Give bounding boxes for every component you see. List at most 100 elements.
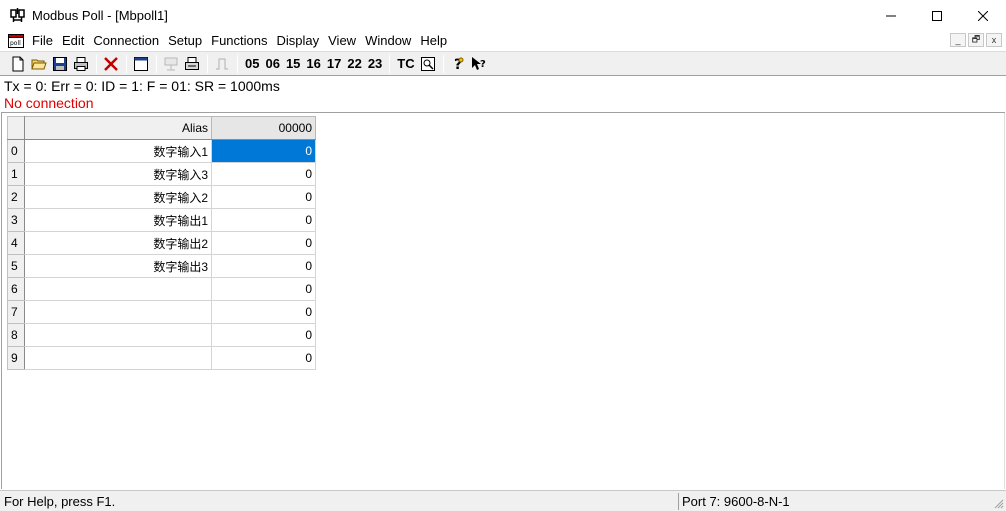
menu-edit[interactable]: Edit (60, 31, 91, 51)
table-row[interactable]: 4 数字输出2 0 (7, 231, 316, 255)
tc-button[interactable]: TC (394, 54, 417, 74)
title-bar[interactable]: Modbus Poll - [Mbpoll1] (0, 0, 1006, 31)
function-23-button[interactable]: 23 (365, 54, 385, 74)
read-write-icon (164, 57, 178, 70)
print-setup-button[interactable] (182, 54, 202, 74)
table-row[interactable]: 9 0 (7, 346, 316, 370)
menu-bar: poll File Edit Connection Setup Function… (0, 31, 1006, 51)
table-row[interactable]: 3 数字输出1 0 (7, 208, 316, 232)
close-button[interactable] (960, 0, 1006, 31)
table-row[interactable]: 8 0 (7, 323, 316, 347)
help-question-icon: ? (454, 57, 464, 72)
mdi-restore-button[interactable]: 🗗 (968, 33, 984, 47)
menu-connection[interactable]: Connection (91, 31, 166, 51)
help-button[interactable]: ? (448, 54, 468, 74)
window-button[interactable] (131, 54, 151, 74)
tx-err-status-text: Tx = 0: Err = 0: ID = 1: F = 01: SR = 10… (4, 78, 280, 94)
toolbar-separator (126, 54, 127, 73)
menu-display[interactable]: Display (275, 31, 327, 51)
new-document-icon (12, 56, 24, 71)
value-cell[interactable]: 0 (211, 231, 316, 255)
resize-grip-icon[interactable] (992, 497, 1004, 509)
document-system-menu-icon[interactable]: poll (8, 33, 24, 49)
open-folder-icon (31, 59, 47, 69)
delete-x-icon (104, 56, 118, 71)
row-number[interactable]: 9 (7, 346, 25, 370)
menu-window[interactable]: Window (363, 31, 418, 51)
row-number[interactable]: 3 (7, 208, 25, 232)
window-icon (134, 56, 148, 71)
minimize-icon (886, 15, 896, 16)
value-cell[interactable]: 0 (211, 254, 316, 278)
modbus-app-icon[interactable] (10, 7, 26, 24)
menu-help[interactable]: Help (418, 31, 454, 51)
alias-cell[interactable] (24, 323, 212, 347)
delete-button[interactable] (101, 54, 121, 74)
value-cell[interactable]: 0 (211, 277, 316, 301)
row-number[interactable]: 0 (7, 139, 25, 163)
mdi-close-button[interactable]: x (986, 33, 1002, 47)
open-button[interactable] (29, 54, 49, 74)
alias-cell[interactable]: 数字输出2 (24, 231, 212, 255)
alias-cell[interactable] (24, 346, 212, 370)
alias-cell[interactable]: 数字输入2 (24, 185, 212, 209)
value-cell[interactable]: 0 (211, 323, 316, 347)
svg-text:poll: poll (10, 40, 21, 47)
toolbar-separator (442, 54, 444, 73)
value-cell-selected[interactable]: 0 (211, 139, 316, 163)
row-number[interactable]: 1 (7, 162, 25, 186)
function-05-button[interactable]: 05 (242, 54, 262, 74)
value-cell[interactable]: 0 (211, 162, 316, 186)
table-row[interactable]: 6 0 (7, 277, 316, 301)
alias-cell[interactable]: 数字输入3 (24, 162, 212, 186)
toolbar-separator (207, 54, 208, 73)
function-06-button[interactable]: 06 (262, 54, 282, 74)
value-column-header[interactable]: 00000 (211, 116, 316, 140)
table-row[interactable]: 0 数字输入1 0 (7, 139, 316, 163)
table-row[interactable]: 7 0 (7, 300, 316, 324)
row-number[interactable]: 4 (7, 231, 25, 255)
context-help-button[interactable]: ? (469, 54, 489, 74)
mdi-minimize-button[interactable]: _ (950, 33, 966, 47)
table-row[interactable]: 2 数字输入2 0 (7, 185, 316, 209)
menu-functions[interactable]: Functions (209, 31, 274, 51)
table-row[interactable]: 5 数字输出3 0 (7, 254, 316, 278)
data-grid-area: Alias 00000 0 数字输入1 0 1 数字输入3 0 2 数字输入2 … (1, 113, 1005, 489)
function-17-button[interactable]: 17 (324, 54, 344, 74)
svg-text:?: ? (480, 59, 486, 70)
port-settings-text: Port 7: 9600-8-N-1 (678, 493, 985, 510)
alias-cell[interactable]: 数字输出3 (24, 254, 212, 278)
value-cell[interactable]: 0 (211, 300, 316, 324)
new-button[interactable] (8, 54, 28, 74)
toolbar: 05 06 15 16 17 22 23 TC ? ? (0, 51, 1006, 76)
row-number[interactable]: 8 (7, 323, 25, 347)
value-cell[interactable]: 0 (211, 346, 316, 370)
function-16-button[interactable]: 16 (303, 54, 323, 74)
pulse-button[interactable] (212, 54, 232, 74)
row-number[interactable]: 2 (7, 185, 25, 209)
function-15-button[interactable]: 15 (283, 54, 303, 74)
menu-file[interactable]: File (30, 31, 60, 51)
toolbar-separator (156, 54, 157, 73)
alias-cell[interactable]: 数字输入1 (24, 139, 212, 163)
function-22-button[interactable]: 22 (344, 54, 364, 74)
value-cell[interactable]: 0 (211, 185, 316, 209)
table-row[interactable]: 1 数字输入3 0 (7, 162, 316, 186)
traffic-monitor-button[interactable] (418, 54, 438, 74)
menu-setup[interactable]: Setup (166, 31, 209, 51)
read-write-disabled-button[interactable] (161, 54, 181, 74)
row-number[interactable]: 5 (7, 254, 25, 278)
menu-view[interactable]: View (326, 31, 363, 51)
alias-cell[interactable] (24, 277, 212, 301)
save-button[interactable] (50, 54, 70, 74)
print-button[interactable] (71, 54, 91, 74)
alias-cell[interactable]: 数字输出1 (24, 208, 212, 232)
value-cell[interactable]: 0 (211, 208, 316, 232)
minimize-button[interactable] (868, 0, 914, 31)
alias-cell[interactable] (24, 300, 212, 324)
row-number[interactable]: 7 (7, 300, 25, 324)
grid-corner-header[interactable] (7, 116, 25, 140)
row-number[interactable]: 6 (7, 277, 25, 301)
maximize-button[interactable] (914, 0, 960, 31)
alias-column-header[interactable]: Alias (24, 116, 212, 140)
